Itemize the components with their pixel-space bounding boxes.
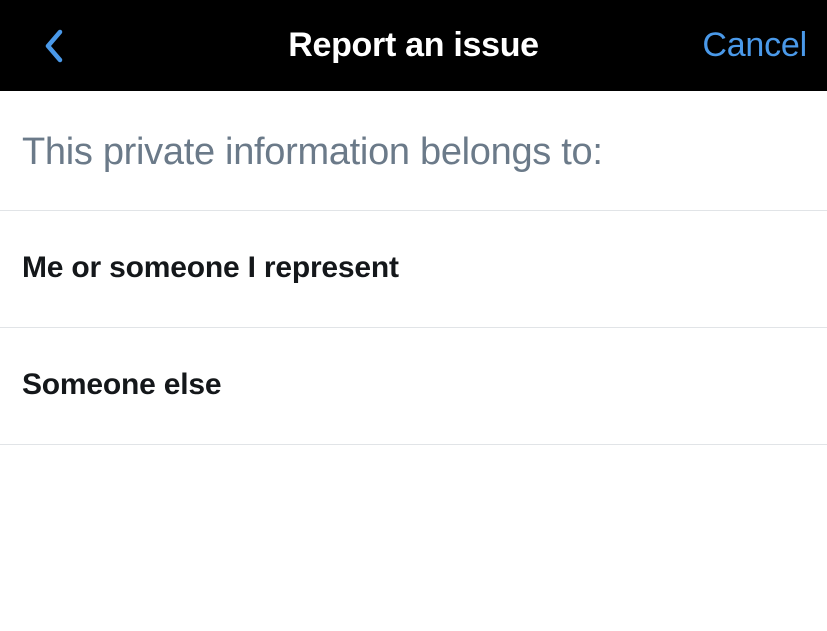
navbar: Report an issue Cancel: [0, 0, 827, 91]
option-someone-else[interactable]: Someone else: [0, 327, 827, 445]
chevron-left-icon: [44, 29, 64, 63]
page-title: Report an issue: [288, 26, 539, 65]
content: This private information belongs to: Me …: [0, 91, 827, 445]
back-button[interactable]: [32, 24, 76, 68]
prompt-text: This private information belongs to:: [0, 91, 827, 210]
cancel-button[interactable]: Cancel: [702, 26, 807, 65]
option-me-or-represent[interactable]: Me or someone I represent: [0, 210, 827, 327]
